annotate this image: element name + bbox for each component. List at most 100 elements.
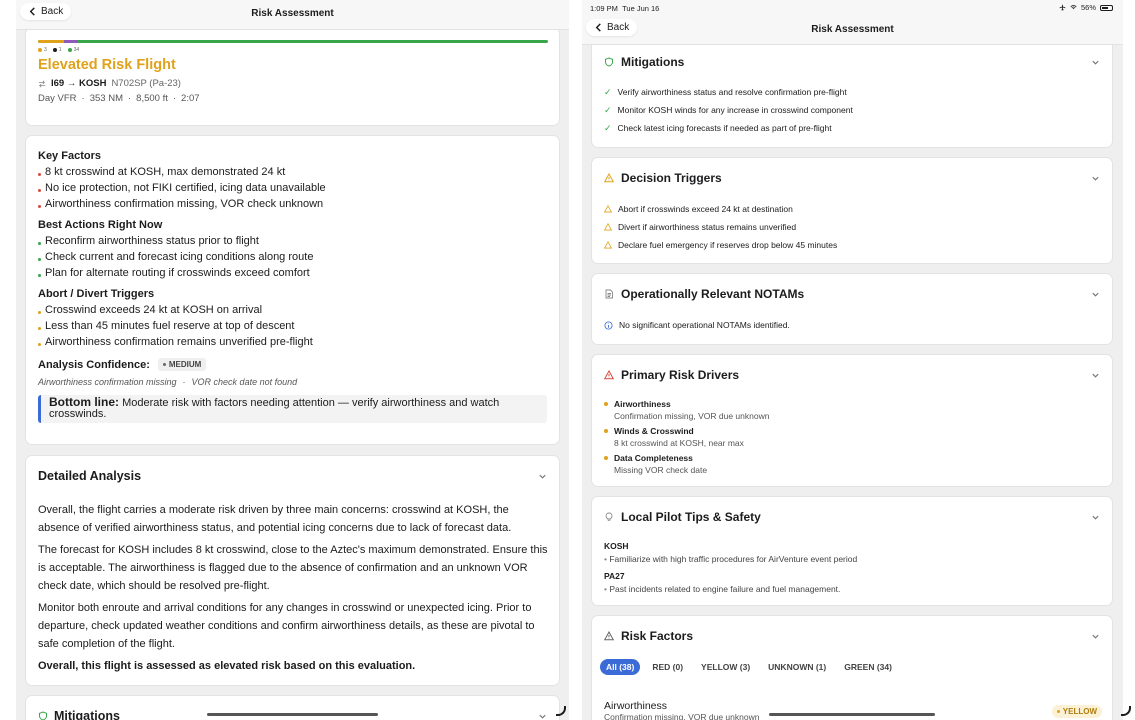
chevron-down-icon[interactable]	[1091, 58, 1100, 67]
risk-bar-unknown	[64, 40, 78, 43]
list-item: 8 kt crosswind at KOSH, max demonstrated…	[38, 164, 547, 180]
flight-rules: Day VFR	[38, 93, 77, 104]
right-pane: 1:09 PM Tue Jun 16 56% Back Risk Assessm…	[582, 0, 1123, 720]
list-item: Less than 45 minutes fuel reserve at top…	[38, 318, 547, 334]
document-icon	[605, 289, 613, 299]
risk-factor-desc: Confirmation missing, VOR due unknown	[604, 712, 760, 720]
airplane-icon	[1059, 4, 1066, 11]
risk-factor-item[interactable]: Airworthiness Confirmation missing, VOR …	[604, 700, 759, 720]
list-item: ✓ Check latest icing forecasts if needed …	[604, 122, 832, 134]
detailed-analysis-card[interactable]: Detailed Analysis Overall, the flight ca…	[25, 455, 560, 686]
route-icon	[38, 80, 46, 87]
home-indicator	[769, 713, 935, 716]
chevron-down-icon[interactable]	[1091, 174, 1100, 183]
risk-factors-card[interactable]: Risk Factors All (38) RED (0) YELLOW (3)…	[591, 615, 1113, 720]
nav-bar: Back Risk Assessment	[16, 0, 569, 30]
filter-green[interactable]: GREEN (34)	[838, 659, 898, 675]
notams-header: Operationally Relevant NOTAMs	[604, 287, 804, 301]
tip-airport: KOSH	[604, 541, 629, 551]
nav-bar: Back Risk Assessment	[582, 16, 1123, 45]
mitigations-header: Mitigations	[38, 709, 120, 720]
list-item: Abort if crosswinds exceed 24 kt at dest…	[604, 200, 837, 218]
chevron-down-icon[interactable]	[1091, 290, 1100, 299]
risk-bar-yellow	[38, 40, 64, 43]
list-item: ✓ Monitor KOSH winds for any increase in …	[604, 104, 853, 116]
pilot-tips-list: KOSH • Familiarize with high traffic pro…	[604, 540, 857, 596]
warning-icon	[604, 205, 612, 213]
paragraph: The forecast for KOSH includes 8 kt cros…	[38, 544, 548, 592]
paragraph: Overall, the flight carries a moderate r…	[38, 504, 512, 534]
shield-icon	[39, 711, 47, 720]
confidence-row: Analysis Confidence: MEDIUM	[38, 358, 547, 371]
filter-unknown[interactable]: UNKNOWN (1)	[762, 659, 832, 675]
pilot-tips-header: Local Pilot Tips & Safety	[604, 510, 761, 524]
factors-card: Key Factors 8 kt crosswind at KOSH, max …	[25, 135, 560, 445]
lightbulb-icon	[605, 512, 613, 521]
chevron-down-icon[interactable]	[1091, 371, 1100, 380]
filter-yellow[interactable]: YELLOW (3)	[695, 659, 756, 675]
mitigations-card-left[interactable]: Mitigations	[25, 695, 560, 720]
risk-title: Elevated Risk Flight	[38, 57, 176, 73]
list-item: Declare fuel emergency if reserves drop …	[604, 236, 837, 254]
confidence-notes: Airworthiness confirmation missing · VOR c…	[38, 377, 298, 387]
risk-drivers-card[interactable]: Primary Risk Drivers Airworthiness Confir…	[591, 354, 1113, 487]
filter-all[interactable]: All (38)	[600, 659, 641, 675]
mitigations-card[interactable]: Mitigations ✓ Verify airworthiness status…	[591, 40, 1113, 148]
home-indicator	[207, 713, 378, 716]
risk-factor-name: Airworthiness	[604, 700, 668, 712]
risk-factors-header: Risk Factors	[604, 629, 693, 643]
pilot-tips-card[interactable]: Local Pilot Tips & Safety KOSH • Familia…	[591, 496, 1113, 606]
battery-level: 56%	[1080, 3, 1096, 12]
status-time: 1:09 PM Tue Jun 16	[590, 4, 660, 13]
bottom-line: Bottom line: Moderate risk with factors …	[38, 395, 547, 423]
list-item: Plan for alternate routing if crosswinds…	[38, 265, 547, 281]
chevron-down-icon[interactable]	[1091, 632, 1100, 641]
distance: 353 NM	[89, 93, 123, 104]
wifi-icon	[1070, 5, 1077, 10]
chevron-down-icon[interactable]	[1091, 513, 1100, 522]
list-item: Winds & Crosswind 8 kt crosswind at KOSH,…	[604, 425, 769, 449]
altitude: 8,500 ft	[136, 93, 168, 104]
risk-legend: 3 1 34	[38, 47, 79, 53]
decision-triggers-card[interactable]: Decision Triggers Abort if crosswinds ex…	[591, 157, 1113, 264]
filter-red[interactable]: RED (0)	[646, 659, 689, 675]
key-factors-title: Key Factors	[38, 150, 101, 162]
decision-triggers-header: Decision Triggers	[604, 171, 722, 185]
list-item: No ice protection, not FIKI certified, i…	[38, 180, 547, 196]
confidence-badge: MEDIUM	[157, 358, 207, 371]
chevron-down-icon[interactable]	[538, 472, 547, 481]
tip-text: • Past incidents related to engine failu…	[604, 584, 841, 594]
status-badge: YELLOW	[1051, 705, 1102, 718]
status-icons: 56%	[1059, 3, 1113, 12]
resize-handle[interactable]	[1121, 706, 1131, 716]
warning-icon	[604, 223, 612, 231]
list-item: Check current and forecast icing conditi…	[38, 249, 547, 265]
conclusion: Overall, this flight is assessed as elev…	[38, 660, 416, 672]
detailed-analysis-body: Overall, the flight carries a moderate r…	[38, 501, 549, 679]
list-item: Divert if airworthiness status remains u…	[604, 218, 837, 236]
tip-airport: PA27	[604, 571, 625, 581]
summary-card: 3 1 34 Elevated Risk Flight I69 → KOSH N…	[25, 27, 560, 126]
list-item: Crosswind exceeds 24 kt at KOSH on arriv…	[38, 302, 547, 318]
route-line: I69 → KOSH N702SP (Pa-23)	[38, 78, 181, 89]
info-icon	[604, 320, 613, 330]
mitigations-header: Mitigations	[604, 55, 684, 69]
warning-icon	[604, 241, 612, 249]
flight-details: Day VFR · 353 NM · 8,500 ft · 2:07	[38, 93, 200, 104]
chevron-down-icon[interactable]	[538, 712, 547, 720]
decision-triggers-list: Abort if crosswinds exceed 24 kt at dest…	[604, 200, 837, 254]
risk-bar	[38, 40, 548, 43]
warning-icon	[604, 631, 614, 641]
aircraft: N702SP (Pa-23)	[111, 78, 181, 89]
route: I69 → KOSH	[51, 78, 107, 89]
list-item: Airworthiness Confirmation missing, VOR d…	[604, 398, 769, 422]
tip-text: • Familiarize with high traffic procedur…	[604, 554, 858, 564]
status-bar: 1:09 PM Tue Jun 16 56%	[582, 0, 1123, 16]
detailed-analysis-title: Detailed Analysis	[38, 469, 142, 483]
left-pane: Back Risk Assessment 3 1 34 Elevated Ris…	[16, 0, 569, 720]
battery-icon	[1100, 4, 1113, 11]
notams-card[interactable]: Operationally Relevant NOTAMs No signifi…	[591, 273, 1113, 345]
notams-status: No significant operational NOTAMs identi…	[604, 316, 790, 334]
risk-drivers-list: Airworthiness Confirmation missing, VOR d…	[604, 398, 769, 476]
list-item: Reconfirm airworthiness status prior to …	[38, 233, 547, 249]
